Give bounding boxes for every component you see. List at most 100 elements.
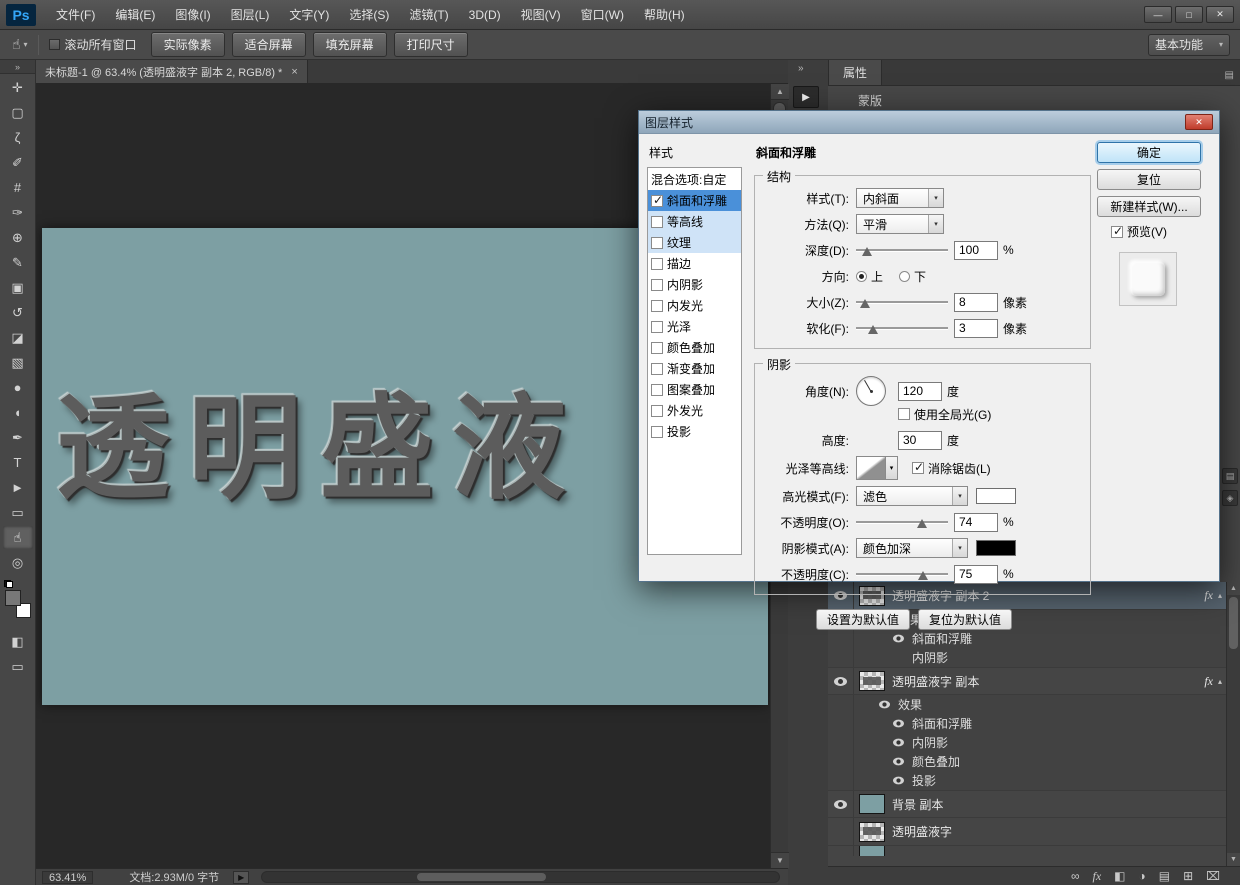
- checkbox[interactable]: [651, 362, 663, 375]
- highlight-opacity-slider[interactable]: [856, 515, 948, 529]
- scroll-all-windows-checkbox[interactable]: [48, 39, 60, 50]
- size-input[interactable]: [954, 292, 998, 312]
- collapse-chevrons-icon[interactable]: »: [798, 63, 804, 74]
- size-slider[interactable]: [856, 295, 948, 309]
- checkbox[interactable]: [651, 425, 663, 438]
- checkbox[interactable]: [651, 278, 663, 291]
- fx-collapse-icon[interactable]: ▴: [1218, 677, 1222, 686]
- link-layers-icon[interactable]: ∞: [1071, 870, 1080, 882]
- effect-row[interactable]: 效果: [828, 695, 1226, 714]
- shadow-opacity-slider[interactable]: [856, 567, 948, 581]
- panel-menu-icon[interactable]: ▤: [1225, 70, 1234, 85]
- checkbox[interactable]: [651, 236, 663, 249]
- tab-properties[interactable]: 属性: [828, 59, 883, 85]
- effect-row[interactable]: 投影: [828, 771, 1226, 790]
- shadow-color-swatch[interactable]: [976, 540, 1016, 556]
- reset-button[interactable]: 复位: [1097, 169, 1201, 190]
- shadow-opacity-input[interactable]: [954, 564, 998, 584]
- style-item-drop-shadow[interactable]: 投影: [648, 421, 741, 442]
- scroll-down-button[interactable]: ▼: [771, 852, 789, 868]
- minimize-button[interactable]: —: [1144, 6, 1172, 23]
- checkbox-checked[interactable]: [651, 193, 663, 207]
- layer-row[interactable]: 透明盛液字: [828, 818, 1226, 846]
- style-item-color-overlay[interactable]: 颜色叠加: [648, 337, 741, 358]
- menu-edit[interactable]: 编辑(E): [105, 0, 165, 30]
- toolbar-collapse-icon[interactable]: »: [0, 60, 35, 74]
- checkbox[interactable]: [651, 341, 663, 354]
- style-item-bevel-emboss[interactable]: 斜面和浮雕: [648, 190, 741, 211]
- menu-window[interactable]: 窗口(W): [571, 0, 634, 30]
- tool-brush[interactable]: ✎: [3, 251, 33, 274]
- adjustment-layer-icon[interactable]: ◑: [1139, 870, 1146, 882]
- layer-mask-icon[interactable]: ◧: [1114, 870, 1125, 882]
- dialog-close-button[interactable]: ✕: [1185, 114, 1213, 130]
- tool-eyedropper[interactable]: ✑: [3, 201, 33, 224]
- visibility-eye-icon[interactable]: [828, 791, 854, 817]
- soften-input[interactable]: [954, 318, 998, 338]
- scrollbar-thumb[interactable]: [417, 873, 547, 881]
- effect-row[interactable]: 斜面和浮雕: [828, 714, 1226, 733]
- use-global-light-checkbox[interactable]: [898, 408, 910, 420]
- visibility-eye-icon[interactable]: [892, 738, 905, 747]
- print-size-button[interactable]: 打印尺寸: [393, 32, 468, 57]
- style-item-outer-glow[interactable]: 外发光: [648, 400, 741, 421]
- bevel-style-dropdown[interactable]: 内斜面 ▾: [856, 188, 944, 208]
- chevron-down-icon[interactable]: ▾: [886, 456, 898, 480]
- direction-down-radio[interactable]: [899, 270, 911, 282]
- style-item-contour[interactable]: 等高线: [648, 211, 741, 232]
- depth-input[interactable]: [954, 240, 998, 260]
- tool-hand[interactable]: ☝: [2, 526, 33, 549]
- delete-layer-icon[interactable]: ⌧: [1206, 870, 1220, 882]
- visibility-eye-icon[interactable]: [892, 776, 905, 785]
- tool-pen[interactable]: ✒: [3, 426, 33, 449]
- menu-3d[interactable]: 3D(D): [459, 0, 511, 30]
- scroll-all-windows-option[interactable]: 滚动所有窗口: [48, 36, 137, 53]
- foreground-color-swatch[interactable]: [4, 590, 21, 606]
- highlight-opacity-input[interactable]: [954, 512, 998, 532]
- menu-help[interactable]: 帮助(H): [634, 0, 695, 30]
- tool-eraser[interactable]: ◪: [3, 326, 33, 349]
- color-swatches[interactable]: [3, 580, 33, 618]
- highlight-color-swatch[interactable]: [976, 488, 1016, 504]
- angle-input[interactable]: [898, 381, 942, 401]
- technique-dropdown[interactable]: 平滑 ▾: [856, 214, 944, 234]
- set-default-button[interactable]: 设置为默认值: [816, 609, 911, 630]
- style-item-inner-glow[interactable]: 内发光: [648, 295, 741, 316]
- tool-zoom[interactable]: ◎: [3, 551, 33, 574]
- tool-blur[interactable]: ●: [3, 376, 33, 399]
- collapsed-panel-icon-a[interactable]: ▤: [1222, 468, 1238, 484]
- layers-scrollbar[interactable]: ▲ ▼: [1226, 582, 1240, 866]
- checkbox[interactable]: [651, 299, 663, 312]
- menu-layer[interactable]: 图层(L): [221, 0, 280, 30]
- style-item-pattern-overlay[interactable]: 图案叠加: [648, 379, 741, 400]
- visibility-eye-icon-hidden[interactable]: [828, 818, 854, 845]
- menu-type[interactable]: 文字(Y): [279, 0, 339, 30]
- layer-style-icon[interactable]: fx: [1093, 870, 1102, 882]
- contour-thumbnail[interactable]: [856, 456, 886, 480]
- style-item-stroke[interactable]: 描边: [648, 253, 741, 274]
- visibility-eye-icon[interactable]: [892, 719, 905, 728]
- zoom-level-field[interactable]: 63.41%: [42, 870, 94, 884]
- style-item-satin[interactable]: 光泽: [648, 316, 741, 337]
- default-colors-icon[interactable]: [3, 580, 13, 588]
- reset-default-button[interactable]: 复位为默认值: [918, 609, 1013, 630]
- anti-alias-checkbox[interactable]: [912, 460, 924, 474]
- visibility-eye-icon[interactable]: [892, 757, 905, 766]
- tool-clone-stamp[interactable]: ▣: [3, 276, 33, 299]
- tool-quick-selection[interactable]: ✐: [3, 151, 33, 174]
- scroll-up-button[interactable]: ▲: [1227, 582, 1240, 595]
- scroll-up-button[interactable]: ▲: [771, 84, 789, 100]
- effect-row[interactable]: 内阴影: [828, 733, 1226, 752]
- current-tool-icon[interactable]: ☝ ▾: [12, 36, 28, 53]
- soften-slider[interactable]: [856, 321, 948, 335]
- highlight-mode-dropdown[interactable]: 滤色 ▾: [856, 486, 968, 506]
- menu-image[interactable]: 图像(I): [165, 0, 220, 30]
- tool-move[interactable]: ✛: [3, 76, 33, 99]
- checkbox[interactable]: [651, 257, 663, 270]
- effect-row[interactable]: 内阴影: [828, 648, 1226, 667]
- menu-filter[interactable]: 滤镜(T): [399, 0, 458, 30]
- menu-file[interactable]: 文件(F): [46, 0, 105, 30]
- maximize-button[interactable]: □: [1175, 6, 1203, 23]
- layer-row[interactable]: 透明盛液字 副本 fx ▴: [828, 667, 1226, 695]
- shadow-mode-dropdown[interactable]: 颜色加深 ▾: [856, 538, 968, 558]
